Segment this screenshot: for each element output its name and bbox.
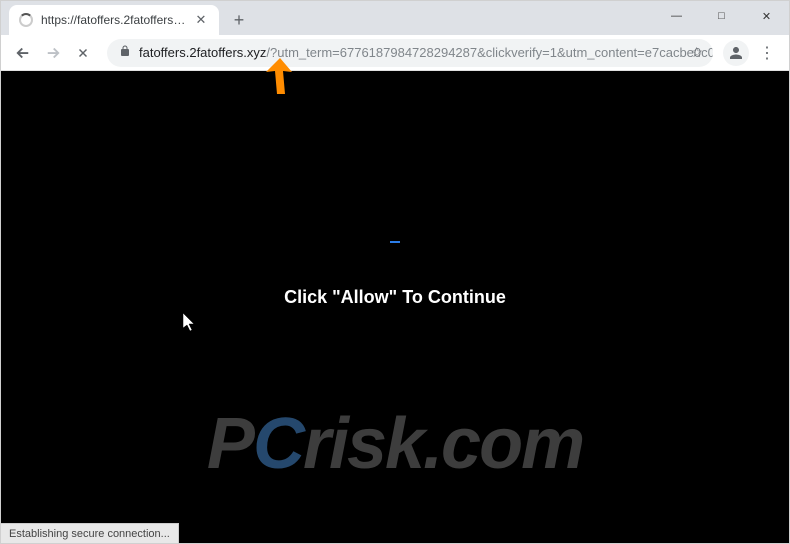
tab-close-button[interactable]: ✕: [193, 12, 209, 28]
page-main-text: Click "Allow" To Continue: [284, 287, 506, 308]
maximize-button[interactable]: □: [699, 1, 744, 31]
minimize-button[interactable]: —: [654, 1, 699, 31]
browser-tab[interactable]: https://fatoffers.2fatoffers.xyz/?u ✕: [9, 5, 219, 35]
watermark-c: C: [253, 404, 303, 484]
loading-spinner-icon: [19, 13, 33, 27]
menu-icon[interactable]: ⋮: [753, 39, 781, 67]
loading-indicator-icon: [390, 241, 400, 243]
close-window-button[interactable]: ✕: [744, 1, 789, 31]
url-domain: fatoffers.2fatoffers.xyz: [139, 45, 266, 60]
bookmark-star-icon[interactable]: ☆: [690, 44, 703, 61]
status-text: Establishing secure connection...: [9, 528, 170, 540]
new-tab-button[interactable]: +: [225, 6, 253, 34]
address-bar[interactable]: fatoffers.2fatoffers.xyz/?utm_term=67761…: [107, 39, 713, 67]
back-button[interactable]: [9, 39, 37, 67]
cursor-icon: [183, 313, 197, 333]
toolbar: fatoffers.2fatoffers.xyz/?utm_term=67761…: [1, 35, 789, 71]
profile-icon[interactable]: [723, 40, 749, 66]
watermark-rest: risk.com: [303, 404, 583, 484]
lock-icon: [119, 45, 131, 60]
titlebar: https://fatoffers.2fatoffers.xyz/?u ✕ + …: [1, 1, 789, 35]
page-content: Click "Allow" To Continue Establishing s…: [1, 71, 789, 543]
window-controls: — □ ✕: [654, 1, 789, 31]
toolbar-right: ⋮: [723, 39, 781, 67]
url-path: /?utm_term=6776187984728294287&clickveri…: [266, 45, 713, 60]
browser-window: https://fatoffers.2fatoffers.xyz/?u ✕ + …: [0, 0, 790, 544]
watermark: PCrisk.com: [207, 403, 583, 485]
status-bar: Establishing secure connection...: [1, 523, 179, 543]
stop-reload-button[interactable]: [69, 39, 97, 67]
watermark-p: P: [207, 404, 253, 484]
forward-button[interactable]: [39, 39, 67, 67]
tab-title: https://fatoffers.2fatoffers.xyz/?u: [41, 13, 187, 27]
